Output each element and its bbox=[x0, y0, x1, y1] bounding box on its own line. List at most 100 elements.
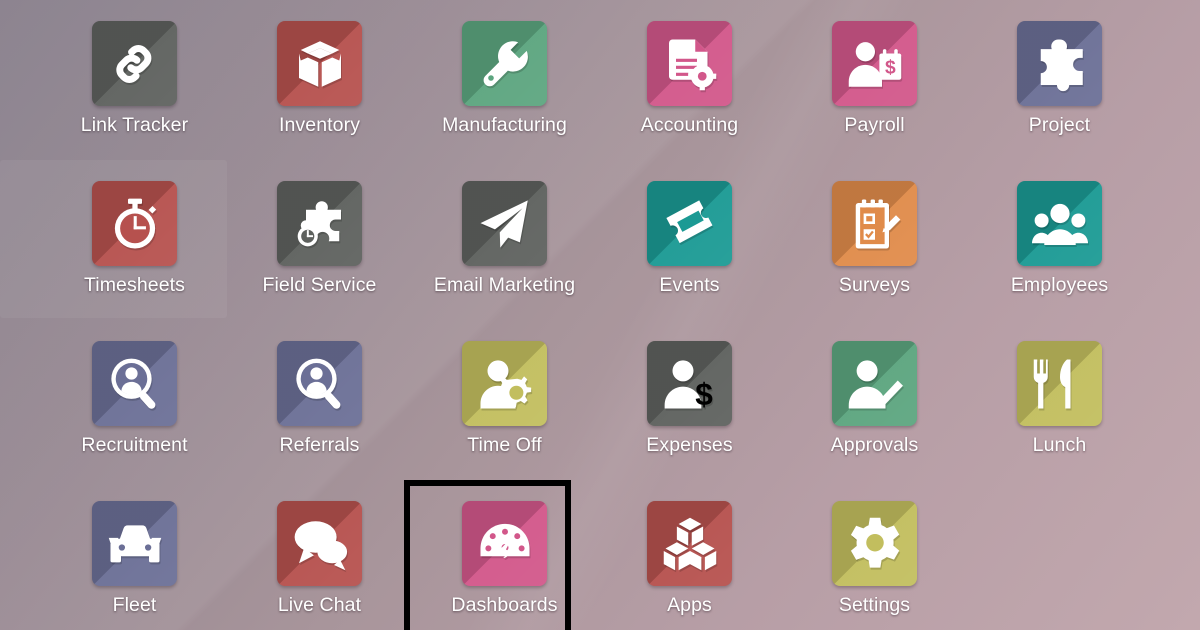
app-item-lunch[interactable]: Lunch bbox=[967, 332, 1152, 456]
app-tile[interactable] bbox=[832, 501, 917, 586]
app-tile[interactable] bbox=[832, 181, 917, 266]
app-item-time-off[interactable]: Time Off bbox=[412, 332, 597, 456]
app-item-approvals[interactable]: Approvals bbox=[782, 332, 967, 456]
app-tile[interactable] bbox=[92, 341, 177, 426]
app-cell: Settings bbox=[782, 492, 967, 630]
app-tile[interactable] bbox=[462, 341, 547, 426]
app-item-fleet[interactable]: Fleet bbox=[42, 492, 227, 616]
app-label: Payroll bbox=[844, 114, 905, 136]
app-label: Apps bbox=[667, 594, 712, 616]
app-item-surveys[interactable]: Surveys bbox=[782, 172, 967, 296]
app-cell: Fleet bbox=[42, 492, 227, 630]
app-tile[interactable] bbox=[92, 21, 177, 106]
app-item-referrals[interactable]: Referrals bbox=[227, 332, 412, 456]
stopwatch-icon bbox=[114, 198, 156, 248]
app-tile[interactable] bbox=[277, 181, 362, 266]
app-cell: Recruitment bbox=[42, 332, 227, 492]
person-check-icon bbox=[848, 359, 903, 408]
app-cell: Email Marketing bbox=[412, 172, 597, 332]
app-label: Expenses bbox=[646, 434, 733, 456]
app-cell: Employees bbox=[967, 172, 1152, 332]
ticket-icon bbox=[665, 199, 712, 243]
app-cell: Dashboards bbox=[404, 480, 597, 630]
app-cell: Project bbox=[967, 12, 1152, 172]
app-label: Referrals bbox=[279, 434, 360, 456]
app-label: Approvals bbox=[830, 434, 919, 456]
app-cell: Inventory bbox=[227, 12, 412, 172]
app-tile[interactable] bbox=[1017, 21, 1102, 106]
app-item-expenses[interactable]: $ Expenses bbox=[597, 332, 782, 456]
app-grid: Link Tracker Inventory Manufacturing Accoun… bbox=[0, 0, 1200, 630]
app-tile[interactable] bbox=[277, 21, 362, 106]
app-label: Surveys bbox=[838, 274, 911, 296]
app-tile[interactable] bbox=[92, 501, 177, 586]
app-item-project[interactable]: Project bbox=[967, 12, 1152, 136]
app-item-accounting[interactable]: Accounting bbox=[597, 12, 782, 136]
app-tile[interactable] bbox=[92, 181, 177, 266]
app-label: Inventory bbox=[278, 114, 361, 136]
app-tile[interactable] bbox=[832, 341, 917, 426]
app-tile[interactable] bbox=[647, 501, 732, 586]
fork-knife-icon bbox=[1033, 359, 1070, 408]
app-label: Live Chat bbox=[277, 594, 362, 616]
app-cell: Lunch bbox=[967, 332, 1152, 492]
app-item-settings[interactable]: Settings bbox=[782, 492, 967, 616]
app-cell: Approvals bbox=[782, 332, 967, 492]
app-tile[interactable] bbox=[1017, 341, 1102, 426]
app-label: Accounting bbox=[640, 114, 739, 136]
svg-text:$: $ bbox=[695, 376, 713, 412]
app-tile[interactable] bbox=[277, 501, 362, 586]
app-label: Recruitment bbox=[81, 434, 188, 456]
app-tile[interactable] bbox=[647, 21, 732, 106]
app-tile[interactable] bbox=[277, 341, 362, 426]
app-label: Events bbox=[659, 274, 720, 296]
app-item-link-tracker[interactable]: Link Tracker bbox=[42, 12, 227, 136]
person-gear-icon bbox=[480, 359, 531, 408]
link-icon bbox=[115, 44, 151, 83]
app-item-recruitment[interactable]: Recruitment bbox=[42, 332, 227, 456]
app-item-timesheets[interactable]: Timesheets bbox=[42, 172, 227, 296]
app-tile[interactable] bbox=[462, 181, 547, 266]
app-tile[interactable] bbox=[462, 21, 547, 106]
people-group-icon bbox=[1031, 203, 1088, 245]
paper-plane-icon bbox=[480, 199, 528, 248]
app-item-email-marketing[interactable]: Email Marketing bbox=[412, 172, 597, 296]
app-cell: Events bbox=[597, 172, 782, 332]
app-label: Link Tracker bbox=[80, 114, 189, 136]
person-money-icon: $ bbox=[848, 41, 901, 87]
app-label: Settings bbox=[838, 594, 911, 616]
box-open-icon bbox=[298, 40, 341, 87]
app-label: Email Marketing bbox=[433, 274, 576, 296]
app-tile[interactable] bbox=[1017, 181, 1102, 266]
person-search-icon bbox=[110, 358, 155, 409]
app-tile[interactable] bbox=[462, 501, 547, 586]
app-item-manufacturing[interactable]: Manufacturing bbox=[412, 12, 597, 136]
app-cell: Live Chat bbox=[227, 492, 412, 630]
gear-icon bbox=[850, 517, 899, 568]
app-item-apps[interactable]: Apps bbox=[597, 492, 782, 616]
app-item-employees[interactable]: Employees bbox=[967, 172, 1152, 296]
cubes-icon bbox=[663, 517, 716, 570]
car-icon bbox=[108, 524, 161, 562]
svg-text:$: $ bbox=[884, 57, 895, 78]
app-label: Dashboards bbox=[451, 594, 558, 616]
app-tile[interactable]: $ bbox=[647, 341, 732, 426]
app-item-inventory[interactable]: Inventory bbox=[227, 12, 412, 136]
chat-bubbles-icon bbox=[294, 520, 347, 570]
person-dollar-icon: $ bbox=[664, 359, 713, 412]
person-search-icon bbox=[295, 358, 340, 409]
app-label: Field Service bbox=[262, 274, 377, 296]
app-cell: Referrals bbox=[227, 332, 412, 492]
app-tile[interactable]: $ bbox=[832, 21, 917, 106]
app-item-payroll[interactable]: $ Payroll bbox=[782, 12, 967, 136]
app-item-events[interactable]: Events bbox=[597, 172, 782, 296]
app-cell: Apps bbox=[597, 492, 782, 630]
app-label: Lunch bbox=[1032, 434, 1087, 456]
app-item-dashboards[interactable]: Dashboards bbox=[412, 492, 597, 616]
app-item-field-service[interactable]: Field Service bbox=[227, 172, 412, 296]
app-tile[interactable] bbox=[647, 181, 732, 266]
app-label: Project bbox=[1028, 114, 1091, 136]
app-cell: $ Payroll bbox=[782, 12, 967, 172]
app-item-live-chat[interactable]: Live Chat bbox=[227, 492, 412, 616]
app-cell: Surveys bbox=[782, 172, 967, 332]
